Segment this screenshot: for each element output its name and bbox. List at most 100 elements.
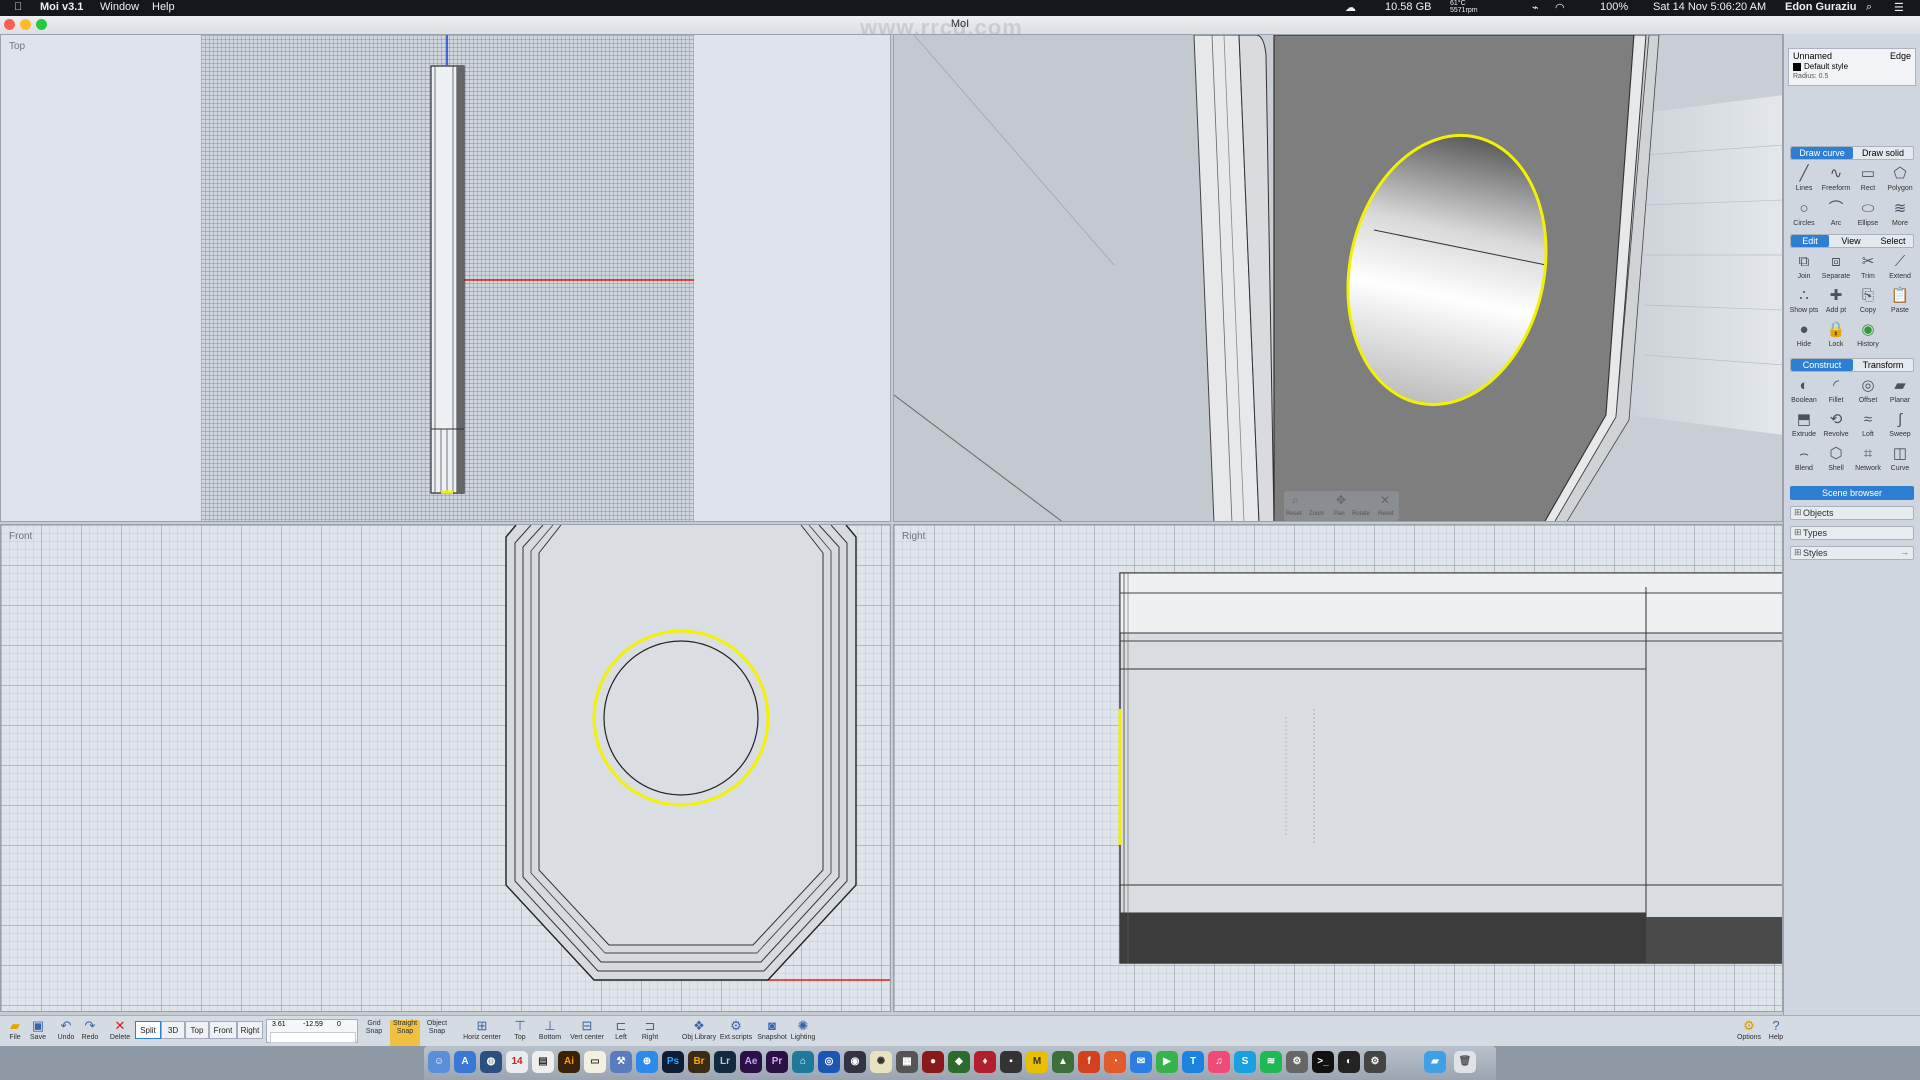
front-viewport[interactable]: Front <box>0 524 891 1012</box>
view-right-button[interactable]: Right <box>237 1021 263 1039</box>
arc-tool[interactable]: ⌒ Arc <box>1821 197 1851 231</box>
lightbulb-app-icon[interactable]: ✺ <box>870 1051 892 1073</box>
more-tool[interactable]: ≋ More <box>1885 197 1915 231</box>
redo-button[interactable]: ↷ Redo <box>78 1018 102 1046</box>
snapshot-button[interactable]: ◙ Snapshot <box>756 1018 788 1046</box>
circles-tool[interactable]: ○ Circles <box>1789 197 1819 231</box>
apple-icon[interactable]:  <box>14 1 22 13</box>
blend-tool[interactable]: ⌢ Blend <box>1789 442 1819 476</box>
app-icon[interactable]: ▲ <box>1052 1051 1074 1073</box>
calendar-icon[interactable]: 14 <box>506 1051 528 1073</box>
notification-center-icon[interactable]: ☰ <box>1894 1 1904 14</box>
network-tool[interactable]: ⌗ Network <box>1853 442 1883 476</box>
xcode-icon[interactable]: ⚒ <box>610 1051 632 1073</box>
safari-icon[interactable]: ⊕ <box>636 1051 658 1073</box>
align-left-button[interactable]: ⊏ Left <box>608 1018 634 1046</box>
lightroom-icon[interactable]: Lr <box>714 1051 736 1073</box>
app-icon[interactable]: ⚙ <box>1364 1051 1386 1073</box>
app-icon[interactable]: ▪ <box>1000 1051 1022 1073</box>
notes-icon[interactable]: ▭ <box>584 1051 606 1073</box>
nav-zoom-button[interactable]: Zoom <box>1309 511 1324 517</box>
app-icon[interactable]: ◆ <box>948 1051 970 1073</box>
spotify-icon[interactable]: ≋ <box>1260 1051 1282 1073</box>
chrome-icon[interactable]: ◔ <box>1104 1051 1126 1073</box>
tab-edit[interactable]: Edit <box>1791 235 1829 247</box>
loft-tool[interactable]: ≈ Loft <box>1853 408 1883 442</box>
ext-scripts-button[interactable]: ⚙ Ext.scripts <box>718 1018 754 1046</box>
finder-icon[interactable]: ☺ <box>428 1051 450 1073</box>
extend-tool[interactable]: ⟋ Extend <box>1885 250 1915 284</box>
nav-pan-button[interactable]: Pan <box>1334 511 1345 517</box>
tab-view[interactable]: View <box>1831 236 1871 246</box>
align-horiz-center-button[interactable]: ⊞ Horiz center <box>462 1018 502 1046</box>
straight-snap-toggle[interactable]: Straight Snap <box>390 1020 420 1048</box>
view-top-button[interactable]: Top <box>185 1021 209 1039</box>
objects-section[interactable]: ⊞ Objects <box>1790 506 1914 520</box>
battery-status[interactable]: 100% <box>1600 1 1628 13</box>
freeform-tool[interactable]: ∿ Freeform <box>1821 162 1851 196</box>
trash-icon[interactable]: 🗑 <box>1454 1051 1476 1073</box>
app-icon[interactable]: ◉ <box>844 1051 866 1073</box>
paste-tool[interactable]: 📋 Paste <box>1885 284 1915 318</box>
add-pt-tool[interactable]: ✚ Add pt <box>1821 284 1851 318</box>
boolean-tool[interactable]: ◐ Boolean <box>1789 374 1819 408</box>
tab-draw-curve[interactable]: Draw curve <box>1791 147 1853 159</box>
app-icon[interactable]: T <box>1182 1051 1204 1073</box>
copy-tool[interactable]: ⎘ Copy <box>1853 284 1883 318</box>
coordinate-input[interactable]: 3.61 -12.59 0 <box>266 1019 358 1043</box>
app-icon[interactable]: ♦ <box>974 1051 996 1073</box>
app-icon[interactable]: M <box>1026 1051 1048 1073</box>
file-button[interactable]: ▰ File <box>4 1018 26 1046</box>
storage-status[interactable]: 10.58 GB <box>1385 1 1431 13</box>
nav-reset-view-button[interactable]: Reset <box>1378 511 1394 517</box>
illustrator-icon[interactable]: Ai <box>558 1051 580 1073</box>
app-menu[interactable]: Moi v3.1 <box>40 1 83 13</box>
grid-snap-toggle[interactable]: Grid Snap <box>360 1020 388 1048</box>
lock-tool[interactable]: 🔒 Lock <box>1821 318 1851 352</box>
browser-icon[interactable]: ◍ <box>480 1051 502 1073</box>
nav-rotate-button[interactable]: Rotate <box>1352 511 1370 517</box>
fillet-tool[interactable]: ◜ Fillet <box>1821 374 1851 408</box>
preview-icon[interactable]: ▤ <box>532 1051 554 1073</box>
skype-icon[interactable]: S <box>1234 1051 1256 1073</box>
delete-button[interactable]: ✕ Delete <box>106 1018 134 1046</box>
object-style[interactable]: Default style <box>1804 62 1848 71</box>
photoshop-icon[interactable]: Ps <box>662 1051 684 1073</box>
app-icon[interactable]: f <box>1078 1051 1100 1073</box>
revolve-tool[interactable]: ⟲ Revolve <box>1821 408 1851 442</box>
object-snap-toggle[interactable]: Object Snap <box>422 1020 452 1048</box>
wifi-icon[interactable]: ◠ <box>1555 1 1565 14</box>
bluetooth-icon[interactable]: ⌁ <box>1532 1 1539 14</box>
align-top-button[interactable]: ⊤ Top <box>506 1018 534 1046</box>
trim-tool[interactable]: ✂ Trim <box>1853 250 1883 284</box>
after-effects-icon[interactable]: Ae <box>740 1051 762 1073</box>
tab-draw-solid[interactable]: Draw solid <box>1853 148 1913 158</box>
spotlight-icon[interactable]: ⌕ <box>1866 1 1872 14</box>
facetime-icon[interactable]: ▶ <box>1156 1051 1178 1073</box>
terminal-icon[interactable]: >_ <box>1312 1051 1334 1073</box>
styles-section[interactable]: ⊞ Styles → <box>1790 546 1914 560</box>
arrow-right-icon[interactable]: → <box>1900 547 1909 557</box>
lines-tool[interactable]: ╱ Lines <box>1789 162 1819 196</box>
view-front-button[interactable]: Front <box>209 1021 237 1039</box>
curve-tool[interactable]: ◫ Curve <box>1885 442 1915 476</box>
messages-icon[interactable]: ✉ <box>1130 1051 1152 1073</box>
sweep-tool[interactable]: ∫ Sweep <box>1885 408 1915 442</box>
options-button[interactable]: ⚙ Options <box>1734 1018 1764 1046</box>
app-icon[interactable]: ◐ <box>1338 1051 1360 1073</box>
clock[interactable]: Sat 14 Nov 5:06:20 AM <box>1653 1 1766 13</box>
cloud-icon[interactable]: ☁ <box>1345 1 1356 14</box>
itunes-icon[interactable]: ♫ <box>1208 1051 1230 1073</box>
style-swatch[interactable] <box>1793 63 1801 71</box>
separate-tool[interactable]: ⧈ Separate <box>1821 250 1851 284</box>
ellipse-tool[interactable]: ⬭ Ellipse <box>1853 197 1883 231</box>
view-3d-button[interactable]: 3D <box>161 1021 185 1039</box>
3d-viewport[interactable]: 3D <box>893 34 1783 522</box>
planar-tool[interactable]: ▰ Planar <box>1885 374 1915 408</box>
right-viewport[interactable]: Right <box>893 524 1783 1012</box>
nav-reset-button[interactable]: Reset <box>1286 511 1302 517</box>
premiere-icon[interactable]: Pr <box>766 1051 788 1073</box>
bridge-icon[interactable]: Br <box>688 1051 710 1073</box>
app-icon[interactable]: ▦ <box>896 1051 918 1073</box>
tab-construct[interactable]: Construct <box>1791 359 1853 371</box>
